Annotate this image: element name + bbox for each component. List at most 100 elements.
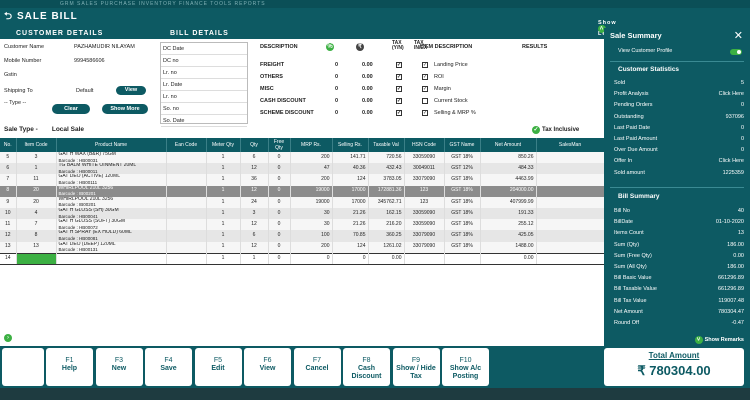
cell-sell[interactable]: 141.71 bbox=[332, 152, 369, 164]
cell-sell[interactable]: 17000 bbox=[332, 196, 369, 208]
tax-yn-checkbox[interactable]: ✓ bbox=[396, 62, 402, 68]
cell-free[interactable]: 0 bbox=[268, 196, 291, 208]
fkey-f3[interactable]: F3 New bbox=[95, 348, 143, 386]
cell-hsn[interactable]: 123 bbox=[404, 196, 445, 208]
cell-salesman[interactable] bbox=[536, 230, 605, 242]
cell-meter[interactable]: 1 bbox=[206, 174, 241, 186]
tax-yn-checkbox[interactable]: ✓ bbox=[396, 110, 402, 116]
cell-code[interactable]: 20 bbox=[16, 196, 57, 208]
cell-qty[interactable]: 12 bbox=[240, 163, 269, 175]
cell-mrp[interactable]: 200 bbox=[290, 152, 333, 164]
cell-taxable[interactable]: 216.20 bbox=[368, 219, 405, 231]
table-row[interactable]: 12 8 GAT H SPRAY (EX HOLD) 60ML Barcode : H… bbox=[0, 230, 605, 242]
cell-ean[interactable] bbox=[166, 196, 207, 208]
cell-free[interactable]: 0 bbox=[268, 241, 291, 254]
cell-taxable[interactable]: 0.00 bbox=[368, 252, 405, 265]
type-select[interactable]: -- Type -- bbox=[4, 100, 26, 106]
item-option-roi[interactable]: ✓ ROI bbox=[418, 74, 603, 84]
column-header[interactable]: Meter Qty bbox=[206, 138, 241, 152]
close-icon[interactable]: ✕ bbox=[734, 29, 743, 42]
cell-net[interactable]: 425.05 bbox=[480, 230, 537, 242]
cell-gst[interactable]: GST 18% bbox=[444, 207, 481, 220]
column-header[interactable]: HSN Code bbox=[404, 138, 445, 152]
cell-name[interactable]: TG BALM WHITE OINMENT 20ML Barcode : HB00… bbox=[56, 163, 167, 175]
fkey-f1[interactable]: F1 Help bbox=[46, 348, 93, 386]
back-arrow-icon[interactable]: ⮌ bbox=[4, 8, 13, 26]
fkey-f7[interactable]: F7 Cancel bbox=[293, 348, 341, 386]
cell-meter[interactable]: 1 bbox=[206, 196, 241, 208]
customer-name-field[interactable]: PAZHAMUDIR NILAYAM bbox=[74, 44, 135, 50]
cell-mrp[interactable]: 19000 bbox=[290, 196, 333, 208]
cell-no[interactable]: 12 bbox=[0, 230, 17, 242]
cell-salesman[interactable] bbox=[536, 174, 605, 186]
item-option-landing-price[interactable]: ✓ Landing Price bbox=[418, 62, 603, 72]
checkbox-checked[interactable]: ✓ bbox=[422, 62, 428, 68]
cell-taxable[interactable]: 162.15 bbox=[368, 207, 405, 220]
cell-hsn[interactable]: 33079090 bbox=[404, 174, 445, 186]
stat-row[interactable]: Profit Analysis Click Here bbox=[614, 91, 744, 101]
cell-hsn[interactable] bbox=[404, 252, 445, 265]
column-header[interactable]: Item Code bbox=[16, 138, 57, 152]
cell-no[interactable]: 8 bbox=[0, 185, 17, 197]
cell-qty[interactable]: 12 bbox=[240, 185, 269, 197]
column-header[interactable]: SalesMan bbox=[536, 138, 605, 152]
table-row[interactable]: 10 4 GAT H GLOSS (SH) 30GM Barcode : HB0004… bbox=[0, 207, 605, 220]
cell-ean[interactable] bbox=[166, 185, 207, 197]
cell-meter[interactable]: 1 bbox=[206, 152, 241, 164]
cell-taxable[interactable]: 345762.71 bbox=[368, 196, 405, 208]
column-header[interactable]: Net Amount bbox=[480, 138, 537, 152]
bill-detail-field[interactable]: DC no bbox=[161, 55, 247, 67]
item-option-selling-mrp[interactable]: ✓ Selling & MRP % bbox=[418, 110, 603, 120]
column-header[interactable]: Taxable Val bbox=[368, 138, 405, 152]
cell-taxable[interactable]: 1261.02 bbox=[368, 241, 405, 254]
table-row[interactable]: 9 20 WHIRLPOOL 210L 3256 Barcode : IB00201 1… bbox=[0, 196, 605, 208]
cell-meter[interactable]: 1 bbox=[206, 185, 241, 197]
cell-mrp[interactable]: 0 bbox=[290, 252, 333, 265]
cell-salesman[interactable] bbox=[536, 196, 605, 208]
cell-mrp[interactable]: 200 bbox=[290, 241, 333, 254]
cell-meter[interactable]: 1 bbox=[206, 163, 241, 175]
mobile-field[interactable]: 9994586606 bbox=[74, 58, 105, 64]
item-option-current-stock[interactable]: Current Stock bbox=[418, 98, 603, 108]
cell-meter[interactable]: 1 bbox=[206, 241, 241, 254]
cell-mrp[interactable]: 30 bbox=[290, 219, 333, 231]
column-header[interactable]: Free Qty bbox=[268, 138, 291, 152]
table-row[interactable]: 11 7 GAT H GLOSS (SOFT) 30GM Barcode : HB00… bbox=[0, 219, 605, 231]
table-row[interactable]: 5 3 GAT H WAX (B&R) 75GM Barcode : HB00031 1… bbox=[0, 152, 605, 164]
cell-taxable[interactable]: 360.25 bbox=[368, 230, 405, 242]
cell-free[interactable]: 0 bbox=[268, 252, 291, 265]
clear-button[interactable]: Clear bbox=[52, 104, 90, 114]
table-row[interactable]: 7 11 GAT DEO (ACTIVE) 120ML Barcode : HB001… bbox=[0, 174, 605, 186]
cell-no[interactable]: 13 bbox=[0, 241, 17, 254]
cell-name[interactable]: GAT DEO (ACTIVE) 120ML Barcode : HB00111 bbox=[56, 174, 167, 186]
column-header[interactable]: Ean Code bbox=[166, 138, 207, 152]
item-option-margin[interactable]: ✓ Margin bbox=[418, 86, 603, 96]
cell-gst[interactable]: GST 18% bbox=[444, 185, 481, 197]
cell-sell[interactable]: 124 bbox=[332, 174, 369, 186]
column-header[interactable]: GST Name bbox=[444, 138, 481, 152]
cell-ean[interactable] bbox=[166, 152, 207, 164]
cell-no[interactable]: 10 bbox=[0, 207, 17, 220]
cell-gst[interactable]: GST 18% bbox=[444, 230, 481, 242]
view-customer-profile[interactable]: View Customer Profile bbox=[618, 48, 748, 58]
cell-no[interactable]: 11 bbox=[0, 219, 17, 231]
cell-sell[interactable]: 70.85 bbox=[332, 230, 369, 242]
cell-net[interactable]: 191.33 bbox=[480, 207, 537, 220]
cell-ean[interactable] bbox=[166, 219, 207, 231]
cell-gst[interactable]: GST 18% bbox=[444, 219, 481, 231]
cell-gst[interactable] bbox=[444, 252, 481, 265]
cell-gst[interactable]: GST 18% bbox=[444, 152, 481, 164]
cell-net[interactable]: 407999.99 bbox=[480, 196, 537, 208]
cell-salesman[interactable] bbox=[536, 252, 605, 265]
cell-name[interactable]: GAT H GLOSS (SH) 30GM Barcode : HB00041 bbox=[56, 207, 167, 220]
cell-code[interactable]: 11 bbox=[16, 174, 57, 186]
cell-salesman[interactable] bbox=[536, 185, 605, 197]
checkbox-checked[interactable]: ✓ bbox=[422, 86, 428, 92]
cell-taxable[interactable]: 172881.36 bbox=[368, 185, 405, 197]
cell-code[interactable]: 4 bbox=[16, 207, 57, 220]
cell-ean[interactable] bbox=[166, 174, 207, 186]
cell-sell[interactable]: 21.26 bbox=[332, 219, 369, 231]
table-row[interactable]: 13 13 GAT DEO (DEEP) 120ML Barcode : HB0013… bbox=[0, 241, 605, 254]
bill-detail-field[interactable]: So. no bbox=[161, 103, 247, 115]
cell-free[interactable]: 0 bbox=[268, 219, 291, 231]
